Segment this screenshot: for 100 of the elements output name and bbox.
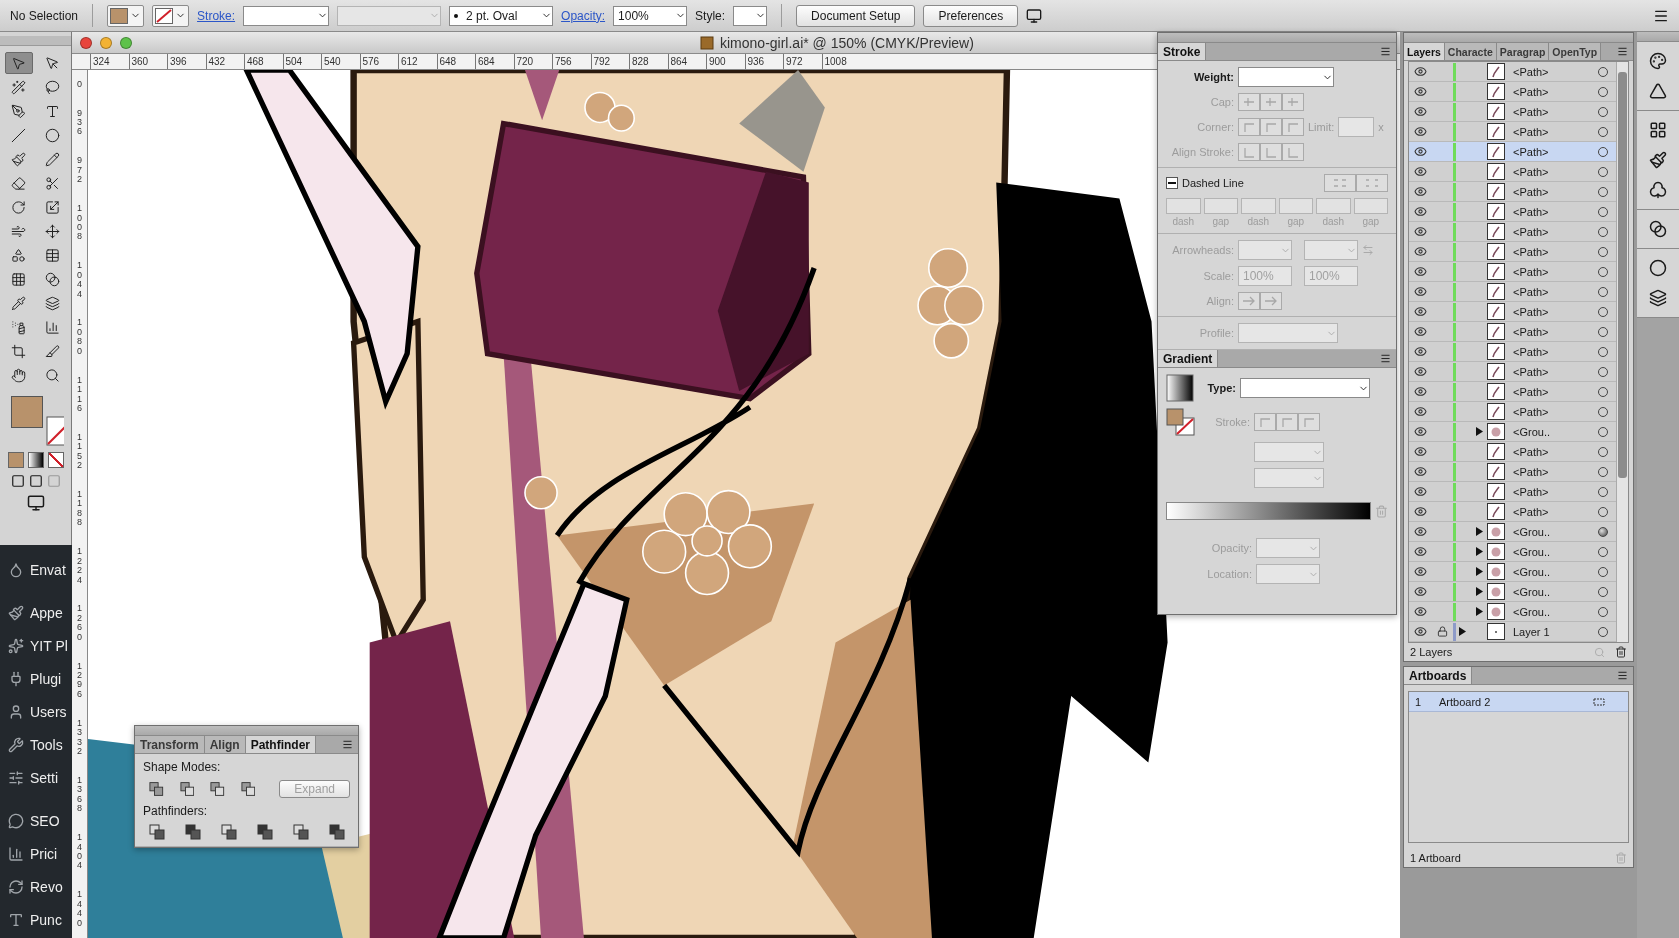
scale-label: Scale:	[1202, 270, 1234, 282]
layer-row[interactable]: <Path>	[1409, 442, 1616, 462]
artboard-name: Artboard 2	[1439, 695, 1492, 708]
admin-menu-item[interactable]: Prici	[0, 837, 72, 870]
admin-menu-item[interactable]: Tools	[0, 728, 72, 761]
admin-menu-item[interactable]: Punc	[0, 903, 72, 936]
admin-menu-item[interactable]: Users	[0, 695, 72, 728]
admin-menu-item[interactable]: Setti	[0, 761, 72, 794]
layer-row[interactable]: <Path>	[1409, 102, 1616, 122]
layer-row[interactable]: <Path>	[1409, 162, 1616, 182]
panel-tab[interactable]: Transform	[135, 736, 205, 753]
layer-name: <Path>	[1512, 125, 1550, 138]
layer-name: <Path>	[1512, 85, 1550, 98]
layer-row[interactable]: <Path>	[1409, 122, 1616, 142]
layer-row[interactable]: <Path>	[1409, 382, 1616, 402]
weight-label: Weight:	[1192, 71, 1234, 83]
layer-name: <Grou..	[1512, 565, 1551, 578]
stroke-link[interactable]: Stroke:	[197, 8, 236, 23]
type-label: Type:	[1206, 382, 1236, 394]
layer-name: <Path>	[1512, 165, 1550, 178]
align-stroke-label: Align Stroke:	[1170, 146, 1234, 158]
layer-row[interactable]: <Path>	[1409, 482, 1616, 502]
layer-row[interactable]: <Path>	[1409, 222, 1616, 242]
layer-name: <Grou..	[1512, 425, 1551, 438]
section-label: Pathfinders:	[143, 804, 209, 818]
admin-menu-item[interactable]: Appe	[0, 596, 72, 629]
layer-row[interactable]: <Grou..	[1409, 542, 1616, 562]
layer-row[interactable]: <Grou..	[1409, 522, 1616, 542]
layer-row[interactable]: <Path>	[1409, 82, 1616, 102]
layer-name: <Grou..	[1512, 585, 1551, 598]
layer-row[interactable]: <Path>	[1409, 502, 1616, 522]
panel-tab[interactable]: OpenTyp	[1549, 43, 1602, 60]
layer-row[interactable]: <Path>	[1409, 342, 1616, 362]
layer-name: <Grou..	[1512, 525, 1551, 538]
admin-menu-item[interactable]: Plugi	[0, 662, 72, 695]
layer-name: <Path>	[1512, 285, 1550, 298]
profile-label: Profile:	[1198, 327, 1234, 339]
layer-row[interactable]: <Path>	[1409, 62, 1616, 82]
layer-row[interactable]: <Path>	[1409, 182, 1616, 202]
layer-name: <Path>	[1512, 205, 1550, 218]
admin-menu-item[interactable]: Revo	[0, 870, 72, 903]
layer-row[interactable]: <Path>	[1409, 142, 1616, 162]
layer-name: <Path>	[1512, 305, 1550, 318]
layer-row[interactable]: <Path>	[1409, 262, 1616, 282]
layer-name: <Path>	[1512, 485, 1550, 498]
layer-row[interactable]: <Grou..	[1409, 602, 1616, 622]
layer-name: <Path>	[1512, 245, 1550, 258]
arrow-align-label: Align:	[1205, 295, 1234, 307]
artboard-number: 1	[1414, 695, 1423, 708]
panel-tab[interactable]: Characte	[1444, 43, 1497, 60]
panel-tab[interactable]: Layers	[1404, 43, 1445, 60]
layer-name: <Path>	[1512, 145, 1550, 158]
panel-tab[interactable]: Pathfinder	[245, 736, 317, 753]
location-label: Location:	[1206, 568, 1252, 580]
dashed-line-label: Dashed Line	[1182, 177, 1244, 189]
layer-row[interactable]: <Grou..	[1409, 582, 1616, 602]
admin-menu-item[interactable]: YIT Pl	[0, 629, 72, 662]
opacity-field[interactable]: 100%	[613, 5, 688, 26]
layer-row[interactable]: <Grou..	[1409, 422, 1616, 442]
toolbar-button[interactable]: Preferences	[923, 4, 1019, 27]
layer-row[interactable]: <Path>	[1409, 202, 1616, 222]
panel-tab[interactable]: Artboards	[1404, 667, 1473, 684]
opacity-label: Opacity:	[1210, 542, 1252, 554]
layer-name: <Path>	[1512, 185, 1550, 198]
admin-menu-item[interactable]: Envat	[0, 553, 72, 586]
layer-name: <Path>	[1512, 105, 1550, 118]
layer-row[interactable]: <Path>	[1409, 282, 1616, 302]
layer-name: <Path>	[1512, 65, 1550, 78]
layer-name: <Path>	[1512, 445, 1550, 458]
layer-row[interactable]: <Path>	[1409, 242, 1616, 262]
layers-count: 2 Layers	[1410, 646, 1453, 658]
toolbar-button[interactable]: Document Setup	[796, 4, 916, 27]
artboard-row[interactable]: 1 Artboard 2	[1409, 692, 1628, 712]
layer-name: Layer 1	[1512, 625, 1551, 638]
cap-label: Cap:	[1209, 96, 1234, 108]
layer-row[interactable]: <Path>	[1409, 462, 1616, 482]
layer-row[interactable]: <Path>	[1409, 302, 1616, 322]
layer-name: <Path>	[1512, 225, 1550, 238]
layer-name: <Path>	[1512, 265, 1550, 278]
limit-label: Limit:	[1308, 121, 1335, 133]
layer-row[interactable]: <Path>	[1409, 362, 1616, 382]
brush-dropdown[interactable]: 2 pt. Oval	[449, 5, 554, 26]
layer-name: <Path>	[1512, 385, 1550, 398]
opacity-link[interactable]: Opacity:	[561, 8, 606, 23]
admin-menu-item[interactable]: SEO	[0, 804, 72, 837]
panel-tab[interactable]: Gradient	[1158, 350, 1219, 367]
corner-label: Corner:	[1196, 121, 1234, 133]
section-label: Shape Modes:	[143, 760, 222, 774]
selection-status: No Selection	[10, 8, 79, 23]
layer-row[interactable]: <Path>	[1409, 402, 1616, 422]
panel-tab[interactable]: Stroke	[1158, 43, 1207, 60]
panel-tab[interactable]: Align	[204, 736, 246, 753]
layer-row[interactable]: <Path>	[1409, 322, 1616, 342]
window-title: kimono-girl.ai* @ 150% (CMYK/Preview)	[720, 34, 974, 51]
layer-row[interactable]: Layer 1	[1409, 622, 1616, 642]
layer-row[interactable]: <Grou..	[1409, 562, 1616, 582]
layer-name: <Grou..	[1512, 605, 1551, 618]
style-label: Style:	[695, 8, 726, 23]
panel-tab[interactable]: Paragrap	[1496, 43, 1550, 60]
layer-name: <Path>	[1512, 365, 1550, 378]
